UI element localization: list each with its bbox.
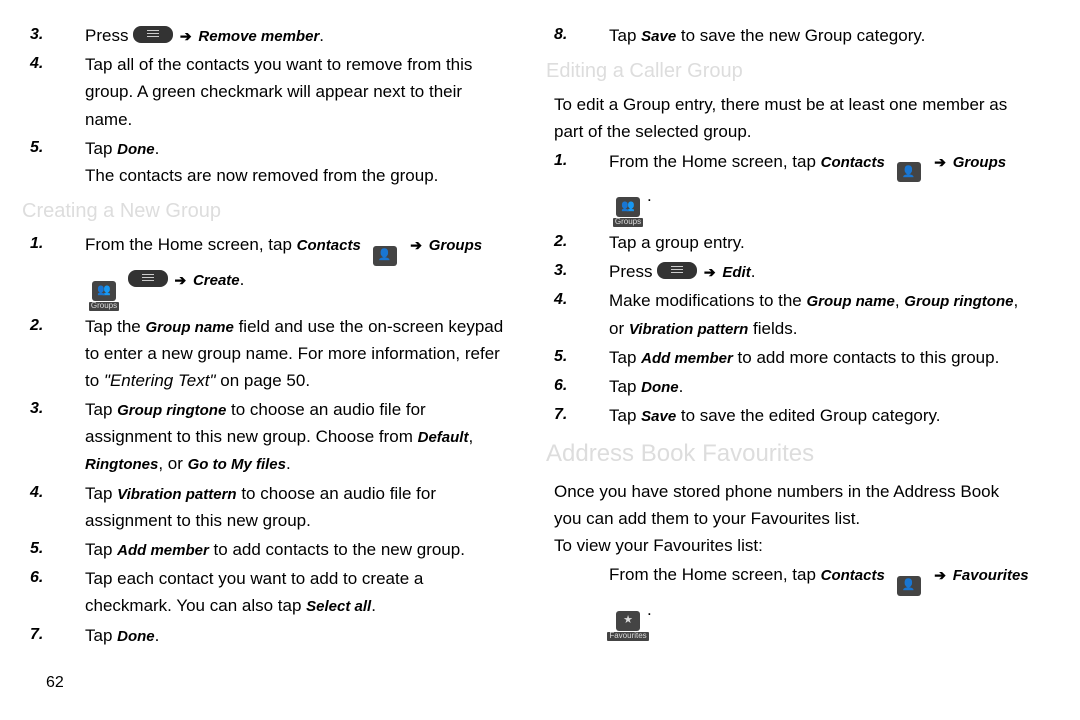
- step-body: Tap Add member to add contacts to the ne…: [85, 536, 536, 563]
- step-body: Tap a group entry.: [609, 229, 1060, 256]
- step-num: 5.: [544, 344, 609, 371]
- step-body: Make modifications to the Group name, Gr…: [609, 287, 1060, 341]
- section-heading: Editing a Caller Group: [546, 55, 1060, 87]
- step-num: 2.: [544, 229, 609, 256]
- step-body: Tap each contact you want to add to crea…: [85, 565, 536, 619]
- step-num: 3.: [544, 258, 609, 285]
- step-num: 5.: [20, 135, 85, 189]
- step-body: Tap Add member to add more contacts to t…: [609, 344, 1060, 371]
- step-num: 4.: [20, 51, 85, 133]
- menu-icon: [128, 270, 168, 287]
- step-num: 8.: [544, 22, 609, 49]
- step-body: From the Home screen, tap Contacts 👤 ➔ G…: [85, 231, 536, 310]
- step-body: Tap all of the contacts you want to remo…: [85, 51, 536, 133]
- section-heading: Address Book Favourites: [546, 435, 1060, 473]
- step-body: Tap Save to save the edited Group catego…: [609, 402, 1060, 429]
- step-body: Tap Done.: [85, 622, 536, 649]
- contacts-icon: 👤: [368, 246, 402, 266]
- step-body: Tap the Group name field and use the on-…: [85, 313, 536, 395]
- section-heading: Creating a New Group: [22, 195, 536, 227]
- fav-intro: Once you have stored phone numbers in th…: [554, 478, 1060, 560]
- step-body: Tap Save to save the new Group category.: [609, 22, 1060, 49]
- step-body: Tap Vibration pattern to choose an audio…: [85, 480, 536, 534]
- step-body: Tap Done.: [609, 373, 1060, 400]
- step-num: 1.: [20, 231, 85, 310]
- step-num: 7.: [544, 402, 609, 429]
- menu-icon: [657, 262, 697, 279]
- step-body: Press ➔ Remove member.: [85, 22, 536, 49]
- favourites-icon: ★Favourites: [611, 611, 645, 641]
- step-num: 6.: [544, 373, 609, 400]
- step-body: From the Home screen, tap Contacts 👤 ➔ F…: [609, 561, 1060, 640]
- groups-icon: 👥Groups: [87, 281, 121, 311]
- step-num: 7.: [20, 622, 85, 649]
- step-num: 2.: [20, 313, 85, 395]
- step-num: 4.: [20, 480, 85, 534]
- step-num: 6.: [20, 565, 85, 619]
- step-num: 1.: [544, 148, 609, 227]
- contacts-icon: 👤: [892, 162, 926, 182]
- menu-icon: [133, 26, 173, 43]
- step-num: 3.: [20, 396, 85, 478]
- groups-icon: 👥Groups: [611, 197, 645, 227]
- step-body: From the Home screen, tap Contacts 👤 ➔ G…: [609, 148, 1060, 227]
- step-body: Press ➔ Edit.: [609, 258, 1060, 285]
- page-number: 62: [46, 670, 64, 696]
- step-num: 5.: [20, 536, 85, 563]
- step-body: Tap Done. The contacts are now removed f…: [85, 135, 536, 189]
- step-num: 4.: [544, 287, 609, 341]
- step-body: Tap Group ringtone to choose an audio fi…: [85, 396, 536, 478]
- contacts-icon: 👤: [892, 576, 926, 596]
- step-num: 3.: [20, 22, 85, 49]
- intro-text: To edit a Group entry, there must be at …: [554, 91, 1060, 145]
